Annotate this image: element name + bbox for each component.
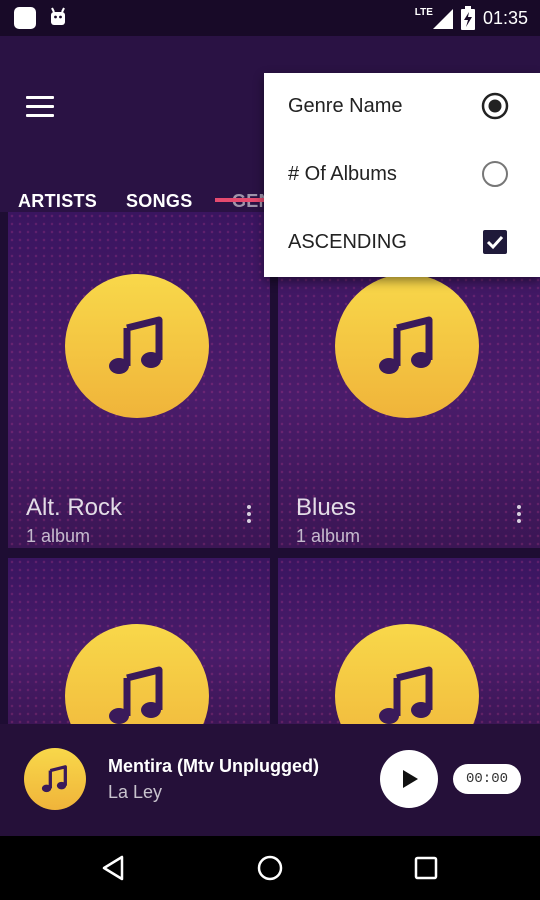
genre-card[interactable]: [8, 558, 270, 728]
genre-card[interactable]: [278, 558, 540, 728]
battery-icon: [460, 6, 475, 30]
sort-popup-menu: Genre Name # Of Albums ASCENDING: [264, 73, 540, 277]
network-label: LTE: [414, 6, 433, 18]
playback-time: 00:00: [453, 764, 521, 794]
sort-option-label: # Of Albums: [288, 163, 397, 185]
hamburger-menu-icon[interactable]: [26, 96, 54, 118]
genre-card[interactable]: Alt. Rock 1 album: [8, 212, 270, 548]
more-options-icon[interactable]: [246, 504, 252, 524]
genre-album-count: 1 album: [296, 526, 361, 546]
sort-option-album-count[interactable]: # Of Albums: [264, 141, 540, 207]
status-bar: LTE 01:35: [0, 0, 540, 36]
checkbox-checked-icon[interactable]: [480, 227, 510, 257]
music-note-icon: [335, 274, 479, 418]
music-note-icon: [65, 274, 209, 418]
sort-option-genre-name[interactable]: Genre Name: [264, 73, 540, 139]
play-icon: [403, 770, 418, 788]
back-icon[interactable]: [98, 852, 130, 884]
track-artist: La Ley: [108, 782, 163, 802]
recents-icon[interactable]: [410, 852, 442, 884]
notification-square-icon: [14, 7, 36, 29]
track-title: Mentira (Mtv Unplugged): [108, 756, 319, 776]
radio-selected-icon[interactable]: [480, 91, 510, 121]
now-playing-bar[interactable]: Mentira (Mtv Unplugged) La Ley 00:00: [0, 724, 540, 836]
system-nav-bar: [0, 836, 540, 900]
more-options-icon[interactable]: [516, 504, 522, 524]
android-bot-icon: [51, 7, 65, 25]
music-note-icon: [24, 748, 86, 810]
music-note-icon: [335, 624, 479, 728]
genre-name: Blues: [296, 494, 357, 521]
play-button[interactable]: [380, 750, 438, 808]
home-icon[interactable]: [254, 852, 286, 884]
clock: 01:35: [482, 7, 528, 28]
genre-grid: Alt. Rock 1 album Blues 1 album: [0, 212, 540, 728]
signal-icon: [432, 9, 453, 29]
sort-option-ascending[interactable]: ASCENDING: [264, 209, 540, 275]
genre-name: Alt. Rock: [26, 494, 123, 521]
radio-unselected-icon[interactable]: [480, 159, 510, 189]
music-note-icon: [65, 624, 209, 728]
sort-option-label: Genre Name: [288, 95, 403, 117]
sort-option-label: ASCENDING: [288, 231, 407, 253]
genre-album-count: 1 album: [26, 526, 91, 546]
